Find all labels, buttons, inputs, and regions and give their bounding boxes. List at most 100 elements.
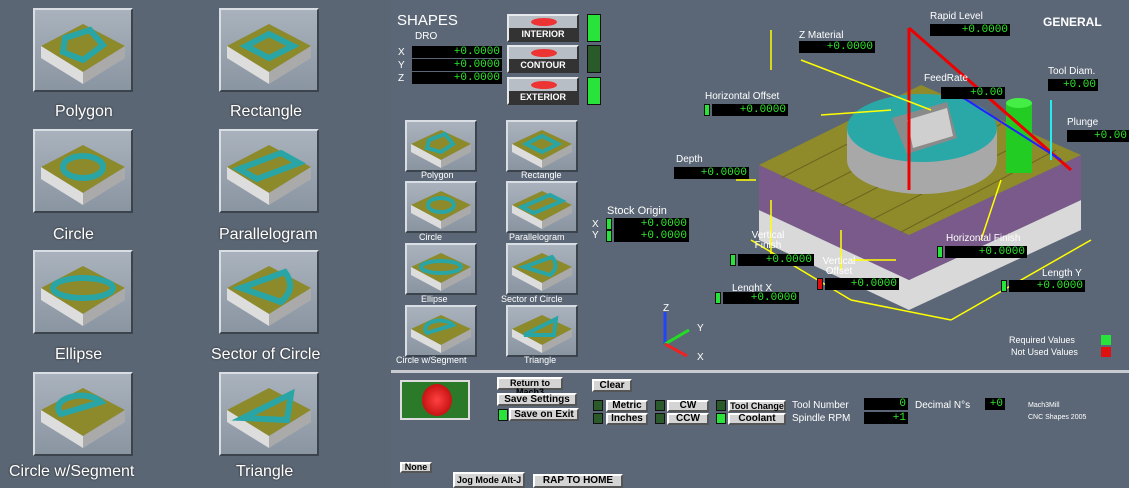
- rapid-level-field[interactable]: +0.0000: [930, 24, 1010, 36]
- vertical-finish-field[interactable]: +0.0000: [738, 254, 814, 266]
- rectangle-shape-icon: [227, 24, 311, 84]
- clear-button[interactable]: Clear: [592, 379, 632, 392]
- small-ellipse-button[interactable]: [405, 243, 477, 295]
- stock-origin-y-led: [606, 230, 612, 242]
- rectangle-shape-button[interactable]: [219, 8, 319, 92]
- horizontal-finish-led: [937, 246, 943, 258]
- stock-origin-y-field[interactable]: +0.0000: [614, 230, 689, 242]
- interior-led: [587, 14, 601, 42]
- stock-origin-label: Stock Origin: [607, 205, 667, 217]
- triangle-icon: [512, 315, 572, 353]
- length-x-led: [715, 292, 721, 304]
- triangle-shape-button[interactable]: [219, 372, 319, 456]
- coolant-button[interactable]: Coolant: [728, 413, 786, 425]
- exterior-led: [587, 77, 601, 105]
- contour-button[interactable]: CONTOUR: [507, 45, 579, 73]
- length-y-led: [1001, 280, 1007, 292]
- circle-icon: [411, 191, 471, 229]
- ellipse-shape-icon: [41, 266, 125, 326]
- exterior-label: EXTERIOR: [509, 91, 577, 103]
- vertical-offset-led: [817, 278, 823, 290]
- plunge-label: Plunge: [1067, 117, 1099, 128]
- sector-shape-button[interactable]: [219, 250, 319, 334]
- contour-icon: [531, 49, 557, 57]
- page-title: SHAPES: [397, 12, 458, 29]
- z-material-field[interactable]: +0.0000: [799, 41, 875, 53]
- shape-selector-panel: Polygon Rectangle Circle Parallelogram E…: [0, 0, 391, 488]
- small-ellipse-label: Ellipse: [421, 294, 448, 304]
- stock-origin-y-label: Y: [592, 230, 599, 241]
- tool-number-field[interactable]: 0: [864, 398, 908, 410]
- small-polygon-label: Polygon: [421, 170, 454, 180]
- cw-button[interactable]: CW: [667, 400, 709, 412]
- stock-origin-x-field[interactable]: +0.0000: [614, 218, 689, 230]
- spindle-rpm-field[interactable]: +1: [864, 412, 908, 424]
- inches-button[interactable]: Inches: [606, 413, 648, 425]
- small-circle-button[interactable]: [405, 181, 477, 233]
- dro-y-label: Y: [398, 60, 405, 71]
- horizontal-finish-field[interactable]: +0.0000: [945, 246, 1027, 258]
- feedrate-field[interactable]: +0.00: [941, 87, 1005, 99]
- decimal-label: Decimal N°s: [915, 400, 971, 411]
- vertical-offset-field[interactable]: +0.0000: [825, 278, 899, 290]
- circle-label: Circle: [53, 226, 94, 243]
- exterior-button[interactable]: EXTERIOR: [507, 77, 579, 105]
- small-circle-segment-label: Circle w/Segment: [396, 355, 467, 365]
- small-rectangle-button[interactable]: [506, 120, 578, 172]
- polygon-shape-button[interactable]: [33, 8, 133, 92]
- polygon-icon: [411, 130, 471, 168]
- rap-to-home-button[interactable]: RAP TO HOME: [533, 474, 623, 488]
- axis-x-label: X: [697, 352, 704, 363]
- jog-mode-button[interactable]: Jog Mode Alt-J: [453, 472, 525, 488]
- ellipse-shape-button[interactable]: [33, 250, 133, 334]
- horizontal-offset-label: Horizontal Offset: [705, 91, 780, 102]
- small-circle-segment-button[interactable]: [405, 305, 477, 357]
- contour-led: [587, 45, 601, 73]
- dro-x-label: X: [398, 47, 405, 58]
- ccw-button[interactable]: CCW: [667, 413, 709, 425]
- stock-origin-x-led: [606, 218, 612, 230]
- decimal-field[interactable]: +0: [985, 398, 1005, 410]
- inches-led: [593, 413, 603, 424]
- tool-diam-field[interactable]: +0.00: [1048, 79, 1098, 91]
- circle-shape-button[interactable]: [33, 129, 133, 213]
- estop-button[interactable]: [400, 380, 470, 420]
- parallelogram-shape-icon: [227, 145, 311, 205]
- tool-change-button[interactable]: Tool Change: [728, 400, 786, 412]
- length-y-field[interactable]: +0.0000: [1009, 280, 1085, 292]
- polygon-shape-icon: [41, 24, 125, 84]
- save-settings-button[interactable]: Save Settings: [497, 393, 577, 406]
- tool-number-label: Tool Number: [792, 400, 849, 411]
- dro-x-field[interactable]: +0.0000: [412, 46, 502, 58]
- small-polygon-button[interactable]: [405, 120, 477, 172]
- interior-button[interactable]: INTERIOR: [507, 14, 579, 42]
- plunge-field[interactable]: +0.00: [1067, 130, 1129, 142]
- axis-y-label: Y: [697, 323, 704, 334]
- dro-y-field[interactable]: +0.0000: [412, 59, 502, 71]
- metric-button[interactable]: Metric: [606, 400, 648, 412]
- horizontal-offset-field[interactable]: +0.0000: [712, 104, 788, 116]
- small-rectangle-label: Rectangle: [521, 170, 562, 180]
- length-x-field[interactable]: +0.0000: [723, 292, 799, 304]
- parallelogram-shape-button[interactable]: [219, 129, 319, 213]
- metric-led: [593, 400, 603, 411]
- none-button[interactable]: None: [400, 462, 432, 473]
- dro-z-field[interactable]: +0.0000: [412, 72, 502, 84]
- small-sector-button[interactable]: [506, 243, 578, 295]
- save-on-exit-button[interactable]: Save on Exit: [509, 408, 579, 421]
- small-triangle-button[interactable]: [506, 305, 578, 357]
- exterior-icon: [531, 81, 557, 89]
- tool-diam-label: Tool Diam.: [1048, 66, 1096, 77]
- z-material-label: Z Material: [799, 30, 844, 41]
- small-parallelogram-button[interactable]: [506, 181, 578, 233]
- rectangle-icon: [512, 130, 572, 168]
- feedrate-label: FeedRate: [924, 73, 968, 84]
- return-to-mach3-button[interactable]: Return to Mach3: [497, 377, 563, 397]
- horizontal-finish-label: Horizontal Finish: [946, 233, 1021, 244]
- circle-segment-shape-button[interactable]: [33, 372, 133, 456]
- bottom-control-bar: Return to Mach3 Clear Save Settings Save…: [391, 370, 1129, 488]
- polygon-label: Polygon: [55, 103, 113, 120]
- required-swatch: [1101, 335, 1111, 345]
- vertical-finish-led: [730, 254, 736, 266]
- depth-field[interactable]: +0.0000: [674, 167, 749, 179]
